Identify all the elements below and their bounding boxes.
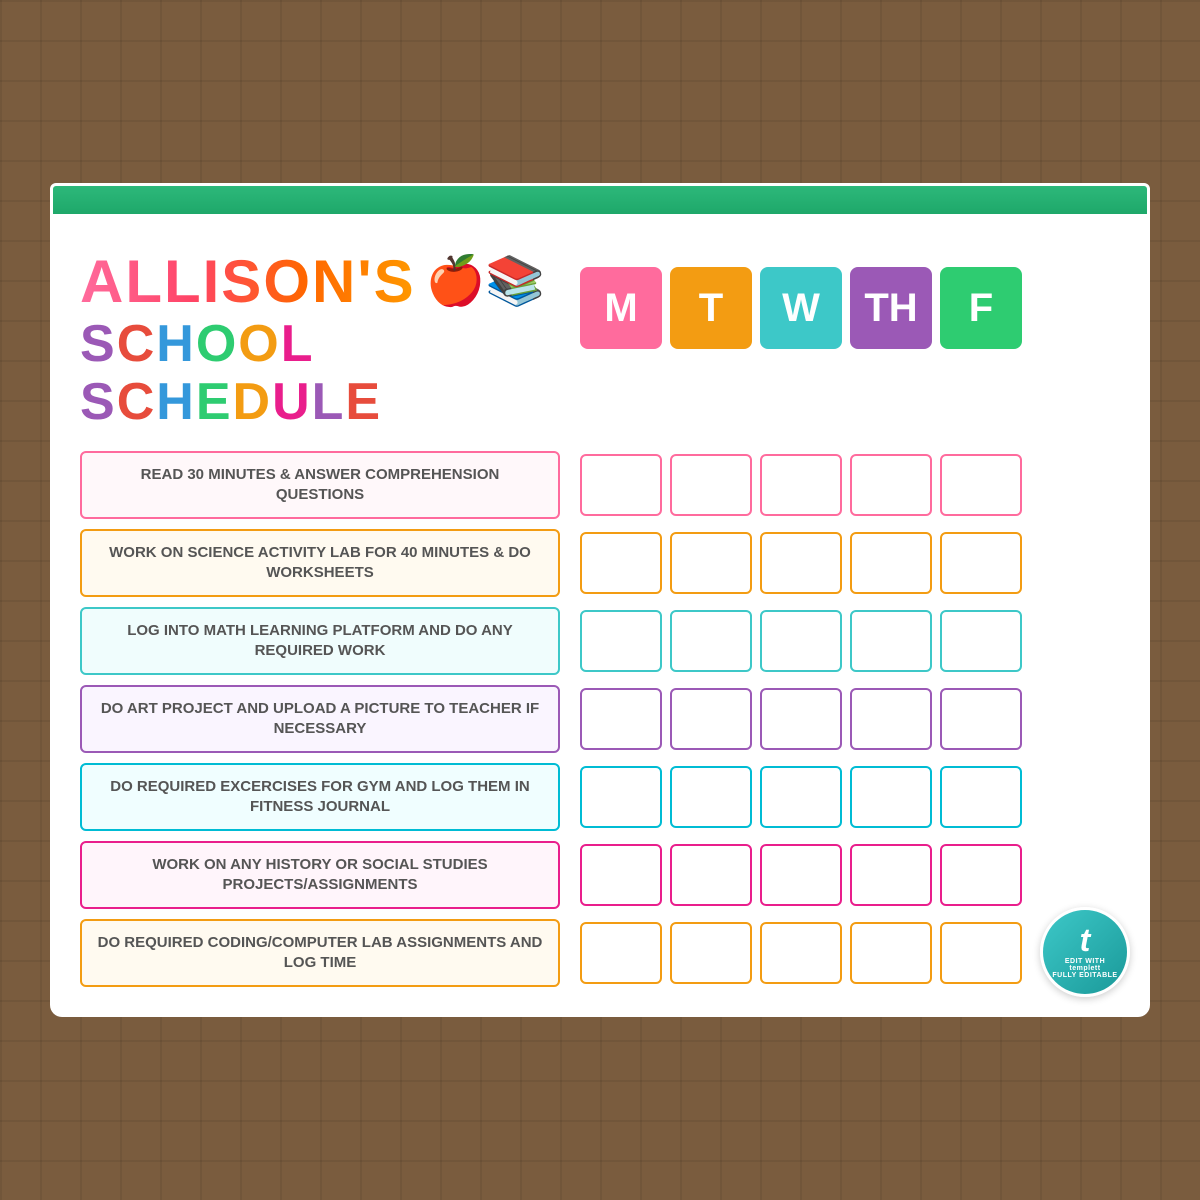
checkbox-cell-2-0[interactable] <box>580 610 662 672</box>
day-monday: M <box>580 267 662 349</box>
checkbox-cell-6-2[interactable] <box>760 922 842 984</box>
checkbox-cell-4-2[interactable] <box>760 766 842 828</box>
checkbox-cell-2-2[interactable] <box>760 610 842 672</box>
checkbox-cell-6-1[interactable] <box>670 922 752 984</box>
checkbox-row-0 <box>580 451 1120 519</box>
books-apple-icon: 🍎📚 <box>426 258 546 306</box>
task-item-3: DO ART PROJECT AND UPLOAD A PICTURE TO T… <box>80 685 560 753</box>
checkbox-cell-6-4[interactable] <box>940 922 1022 984</box>
checkbox-cell-0-0[interactable] <box>580 454 662 516</box>
day-thursday: TH <box>850 267 932 349</box>
checkbox-cell-3-4[interactable] <box>940 688 1022 750</box>
task-item-0: READ 30 MINUTES & ANSWER COMPREHENSION Q… <box>80 451 560 519</box>
checkbox-cell-0-1[interactable] <box>670 454 752 516</box>
checkbox-cell-0-2[interactable] <box>760 454 842 516</box>
checkbox-row-4 <box>580 763 1120 831</box>
checkboxes-column <box>560 451 1120 987</box>
school-schedule-title: SCHOOL SCHEDULE <box>80 316 560 430</box>
task-item-1: WORK ON SCIENCE ACTIVITY LAB FOR 40 MINU… <box>80 529 560 597</box>
checkbox-cell-5-2[interactable] <box>760 844 842 906</box>
checkbox-cell-4-3[interactable] <box>850 766 932 828</box>
checkbox-cell-2-1[interactable] <box>670 610 752 672</box>
templett-badge: t EDIT WITHtemplettFULLY EDITABLE <box>1040 907 1130 997</box>
checkbox-cell-5-1[interactable] <box>670 844 752 906</box>
allisons-name: ALLISON'S <box>80 247 416 316</box>
templett-icon: t <box>1080 924 1091 956</box>
checkbox-cell-6-0[interactable] <box>580 922 662 984</box>
task-item-6: DO REQUIRED CODING/COMPUTER LAB ASSIGNME… <box>80 919 560 987</box>
checkbox-row-3 <box>580 685 1120 753</box>
task-item-4: DO REQUIRED EXCERCISES FOR GYM AND LOG T… <box>80 763 560 831</box>
checkbox-cell-1-4[interactable] <box>940 532 1022 594</box>
allisons-line: ALLISON'S 🍎📚 <box>80 247 560 316</box>
checkbox-cell-4-1[interactable] <box>670 766 752 828</box>
checkbox-row-1 <box>580 529 1120 597</box>
main-card: ALLISON'S 🍎📚 SCHOOL SCHEDULE M T W TH F <box>50 217 1150 1016</box>
checkbox-row-2 <box>580 607 1120 675</box>
checkbox-row-6 <box>580 919 1120 987</box>
checkbox-cell-2-4[interactable] <box>940 610 1022 672</box>
outer-wrapper: ALLISON'S 🍎📚 SCHOOL SCHEDULE M T W TH F <box>50 183 1150 1016</box>
checkbox-cell-4-4[interactable] <box>940 766 1022 828</box>
checkbox-cell-4-0[interactable] <box>580 766 662 828</box>
checkbox-cell-3-0[interactable] <box>580 688 662 750</box>
checkbox-cell-3-1[interactable] <box>670 688 752 750</box>
day-tuesday: T <box>670 267 752 349</box>
header-area: ALLISON'S 🍎📚 SCHOOL SCHEDULE M T W TH F <box>80 247 1120 430</box>
checkbox-cell-2-3[interactable] <box>850 610 932 672</box>
checkbox-row-5 <box>580 841 1120 909</box>
checkbox-cell-5-0[interactable] <box>580 844 662 906</box>
checkbox-cell-5-3[interactable] <box>850 844 932 906</box>
tasks-column: READ 30 MINUTES & ANSWER COMPREHENSION Q… <box>80 451 560 987</box>
checkbox-cell-1-2[interactable] <box>760 532 842 594</box>
checkbox-cell-5-4[interactable] <box>940 844 1022 906</box>
grid-area: READ 30 MINUTES & ANSWER COMPREHENSION Q… <box>80 451 1120 987</box>
task-item-5: WORK ON ANY HISTORY OR SOCIAL STUDIES PR… <box>80 841 560 909</box>
days-header: M T W TH F <box>580 267 1120 349</box>
checkbox-cell-0-3[interactable] <box>850 454 932 516</box>
title-section: ALLISON'S 🍎📚 SCHOOL SCHEDULE <box>80 247 560 430</box>
checkbox-cell-6-3[interactable] <box>850 922 932 984</box>
day-wednesday: W <box>760 267 842 349</box>
checkbox-cell-3-3[interactable] <box>850 688 932 750</box>
checkbox-cell-1-0[interactable] <box>580 532 662 594</box>
banner <box>50 183 1150 217</box>
templett-label: EDIT WITHtemplettFULLY EDITABLE <box>1052 958 1117 979</box>
task-item-2: LOG INTO MATH LEARNING PLATFORM AND DO A… <box>80 607 560 675</box>
week-section: M T W TH F <box>560 247 1120 349</box>
checkbox-cell-1-1[interactable] <box>670 532 752 594</box>
day-friday: F <box>940 267 1022 349</box>
checkbox-cell-1-3[interactable] <box>850 532 932 594</box>
checkbox-cell-0-4[interactable] <box>940 454 1022 516</box>
checkbox-cell-3-2[interactable] <box>760 688 842 750</box>
